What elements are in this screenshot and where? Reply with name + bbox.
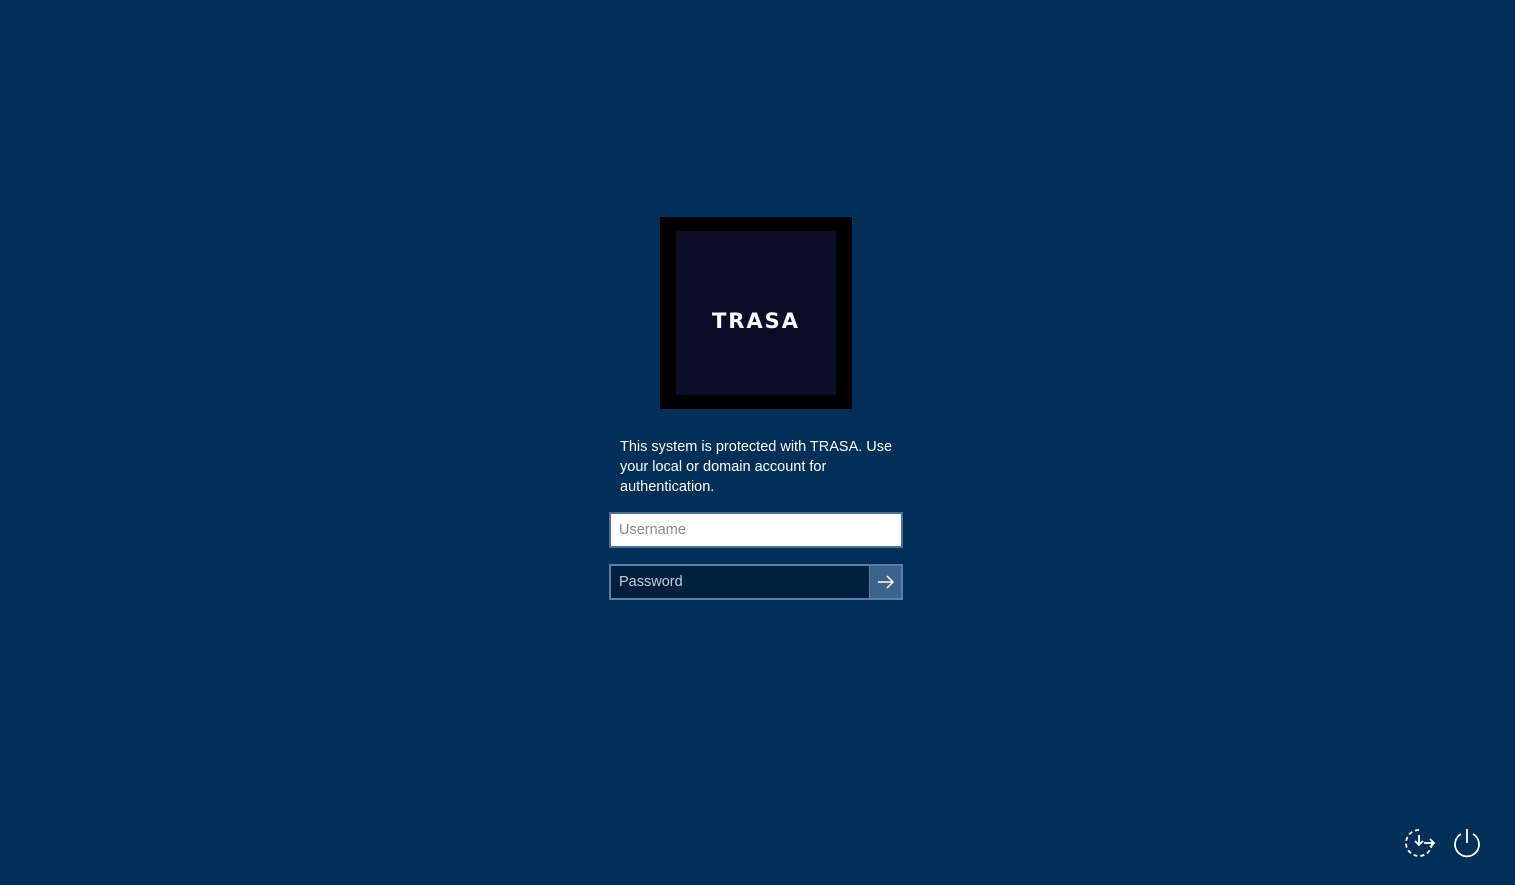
lock-screen: TRASA This system is protected with TRAS…	[0, 0, 1515, 885]
trasa-logo: TRASA	[711, 309, 801, 333]
power-button[interactable]	[1450, 826, 1484, 860]
arrow-right-icon	[877, 575, 894, 589]
username-field[interactable]	[609, 512, 903, 548]
account-tile: TRASA	[660, 217, 852, 409]
username-input[interactable]	[611, 514, 901, 546]
password-input[interactable]	[611, 566, 871, 598]
login-message: This system is protected with TRASA. Use…	[620, 439, 893, 495]
password-field[interactable]	[609, 564, 903, 600]
ease-of-access-icon	[1405, 829, 1436, 857]
logo-panel: TRASA	[676, 231, 836, 404]
ease-of-access-button[interactable]	[1402, 826, 1436, 860]
submit-button[interactable]	[869, 566, 901, 598]
power-icon	[1454, 829, 1480, 858]
logo-underline	[741, 401, 799, 404]
